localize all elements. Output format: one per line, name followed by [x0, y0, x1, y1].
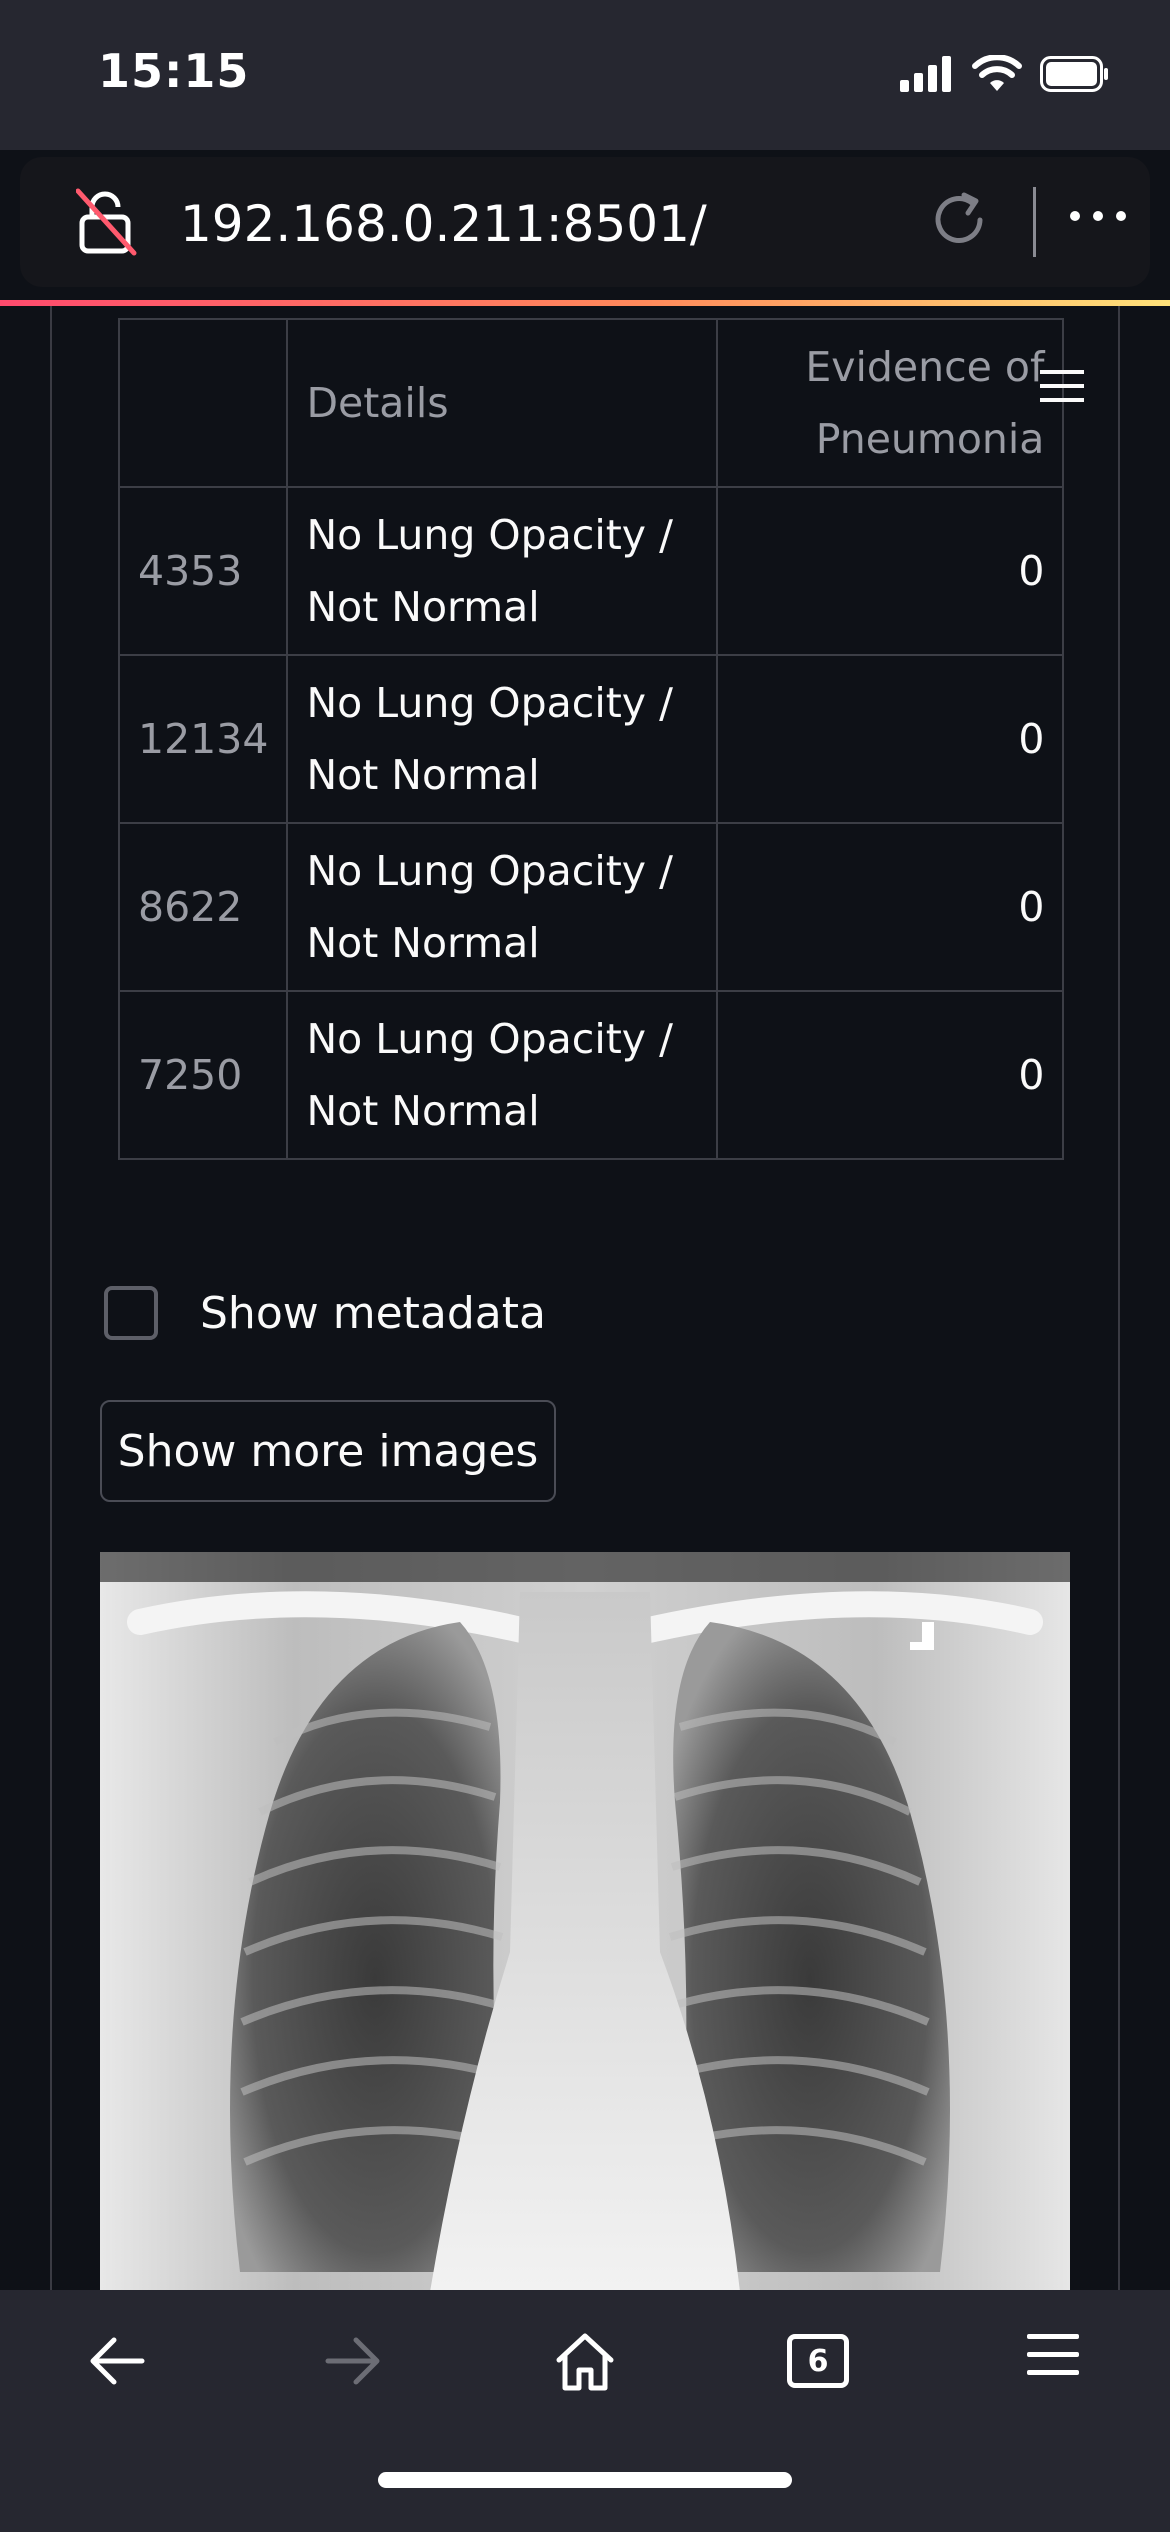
chest-xray-image — [100, 1552, 1070, 2290]
column-header-details[interactable]: Details — [286, 318, 719, 488]
row-details: No Lung Opacity / Not Normal — [286, 486, 719, 656]
reload-icon[interactable] — [928, 189, 990, 251]
url-text[interactable]: 192.168.0.211:8501/ — [180, 195, 707, 253]
signal-icon — [900, 56, 951, 92]
more-icon[interactable] — [1068, 209, 1128, 223]
table-header-row: Details Evidence of Pneumonia — [117, 318, 1065, 488]
table-row: 4353 No Lung Opacity / Not Normal 0 — [117, 486, 1065, 656]
show-more-images-button[interactable]: Show more images — [100, 1400, 556, 1502]
row-details: No Lung Opacity / Not Normal — [286, 990, 719, 1160]
row-evidence: 0 — [716, 486, 1065, 656]
content-border-left — [50, 306, 52, 2290]
browser-bottom-bar: 6 — [0, 2290, 1170, 2532]
page-content: Details Evidence of Pneumonia 4353 No Lu… — [0, 306, 1170, 2290]
back-arrow-icon[interactable] — [86, 2330, 148, 2392]
menu-icon[interactable] — [1025, 2330, 1081, 2380]
home-indicator — [378, 2472, 792, 2488]
row-index: 12134 — [117, 654, 289, 824]
tab-count: 6 — [807, 2343, 829, 2379]
results-table: Details Evidence of Pneumonia 4353 No Lu… — [117, 318, 1065, 1160]
status-time: 15:15 — [98, 44, 250, 98]
column-header-evidence[interactable]: Evidence of Pneumonia — [716, 318, 1065, 488]
tabs-icon[interactable]: 6 — [787, 2334, 849, 2388]
content-border-right — [1118, 306, 1120, 2290]
unlocked-lock-icon[interactable] — [76, 187, 138, 257]
row-evidence: 0 — [716, 654, 1065, 824]
table-row: 8622 No Lung Opacity / Not Normal 0 — [117, 822, 1065, 992]
wifi-icon — [972, 55, 1022, 91]
row-details: No Lung Opacity / Not Normal — [286, 822, 719, 992]
address-bar[interactable]: 192.168.0.211:8501/ — [20, 157, 1150, 287]
row-evidence: 0 — [716, 990, 1065, 1160]
table-row: 12134 No Lung Opacity / Not Normal 0 — [117, 654, 1065, 824]
row-index: 4353 — [117, 486, 289, 656]
table-row: 7250 No Lung Opacity / Not Normal 0 — [117, 990, 1065, 1160]
show-metadata-checkbox[interactable]: Show metadata — [104, 1286, 546, 1340]
column-header-index — [117, 318, 289, 488]
url-divider — [1033, 187, 1036, 257]
row-details: No Lung Opacity / Not Normal — [286, 654, 719, 824]
home-icon[interactable] — [553, 2330, 617, 2394]
row-evidence: 0 — [716, 822, 1065, 992]
row-index: 7250 — [117, 990, 289, 1160]
show-metadata-label[interactable]: Show metadata — [200, 1288, 546, 1339]
forward-arrow-icon[interactable] — [322, 2330, 384, 2392]
battery-icon — [1040, 56, 1108, 92]
status-bar: 15:15 — [0, 0, 1170, 150]
row-index: 8622 — [117, 822, 289, 992]
checkbox-box[interactable] — [104, 1286, 158, 1340]
hamburger-menu-icon[interactable] — [1040, 368, 1084, 404]
status-icons — [900, 54, 1110, 94]
